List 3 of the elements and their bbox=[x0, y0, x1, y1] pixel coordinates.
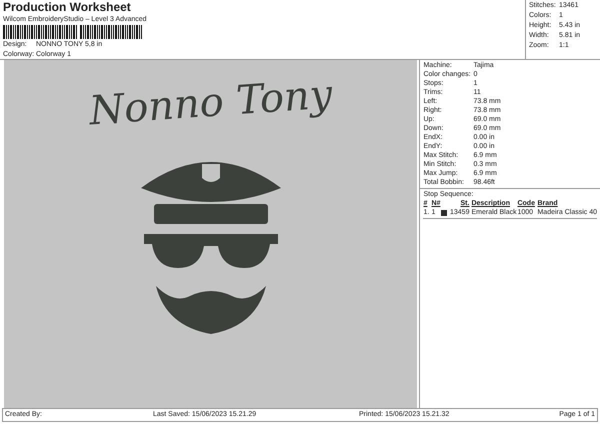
barcode-icon bbox=[3, 25, 143, 39]
script-lettering: Nonno Tony bbox=[88, 72, 334, 134]
worksheet-title: Production Worksheet bbox=[3, 1, 132, 14]
